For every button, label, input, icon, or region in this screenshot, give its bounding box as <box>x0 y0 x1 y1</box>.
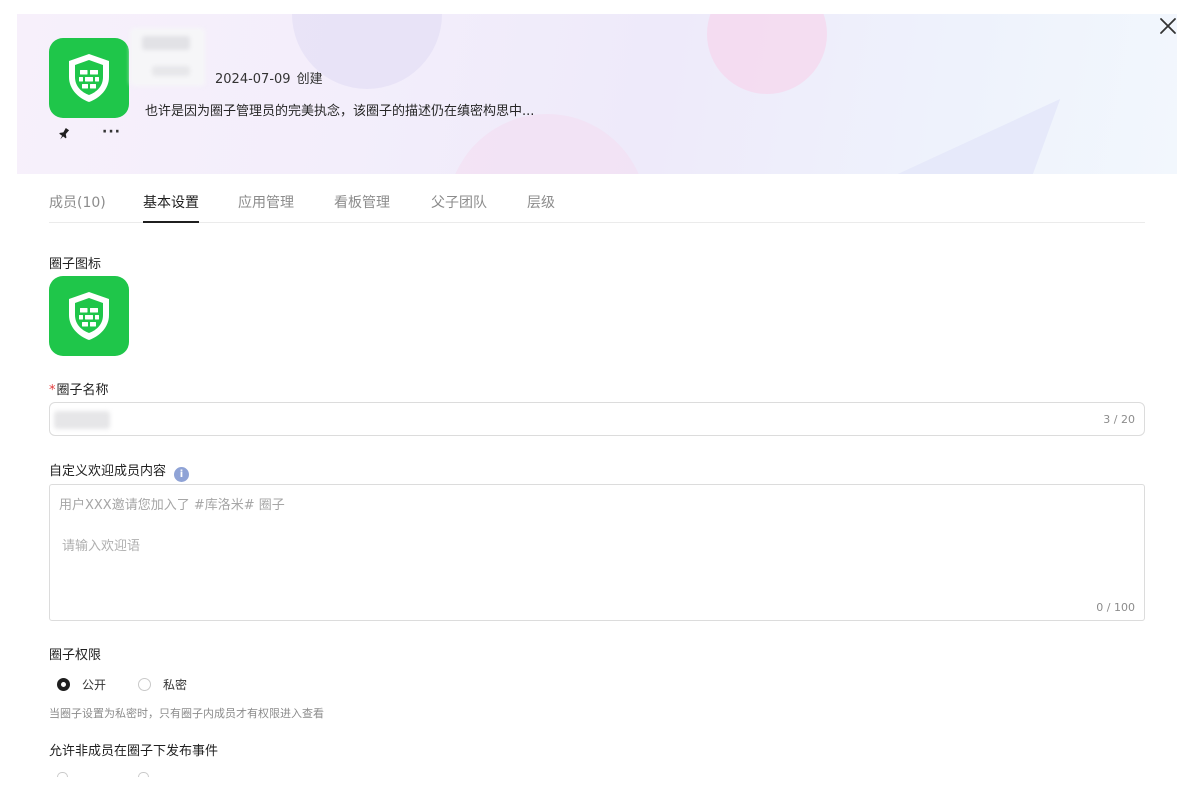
tab-board-management[interactable]: 看板管理 <box>334 192 390 223</box>
more-dots-icon: ··· <box>102 124 121 140</box>
tab-parent-child-teams[interactable]: 父子团队 <box>431 192 487 223</box>
welcome-placeholder: 请输入欢迎语 <box>62 539 141 554</box>
circle-name-input[interactable]: 3 / 20 <box>49 402 1145 436</box>
permission-label: 圈子权限 <box>49 648 102 663</box>
radio-private[interactable]: 私密 <box>138 676 187 692</box>
welcome-prefix-text: 用户XXX邀请您加入了 #库洛米# 圈子 <box>59 498 285 513</box>
radio-public-label: 公开 <box>82 677 107 692</box>
radio-unchecked-icon <box>138 677 151 691</box>
created-date: 2024-07-09 <box>215 72 291 87</box>
required-mark: * <box>49 383 56 398</box>
circle-name-redacted <box>130 28 205 86</box>
circle-description: 也许是因为圈子管理员的完美执念，该圈子的描述仍在缜密构思中... <box>145 104 535 119</box>
tab-levels[interactable]: 层级 <box>527 192 555 223</box>
radio-public[interactable]: 公开 <box>57 676 106 692</box>
circle-icon-picker[interactable] <box>49 276 129 356</box>
tab-members[interactable]: 成员(10) <box>49 192 106 223</box>
pin-icon <box>59 127 70 140</box>
settings-tabs: 成员(10) 基本设置 应用管理 看板管理 父子团队 层级 <box>49 183 1145 223</box>
info-icon[interactable]: i <box>174 467 190 482</box>
name-label-text: 圈子名称 <box>56 383 109 398</box>
radio-option[interactable] <box>138 772 149 777</box>
permission-hint: 当圈子设置为私密时，只有圈子内成员才有权限进入查看 <box>49 707 324 720</box>
banner-decoration <box>707 14 827 94</box>
welcome-message-textarea[interactable]: 用户XXX邀请您加入了 #库洛米# 圈子 请输入欢迎语 0 / 100 <box>49 484 1145 621</box>
radio-private-label: 私密 <box>163 677 188 692</box>
close-button[interactable] <box>1156 14 1180 38</box>
close-icon <box>1160 18 1176 34</box>
publish-events-radio-group <box>57 772 157 778</box>
tab-basic-settings[interactable]: 基本设置 <box>143 192 199 223</box>
banner-decoration <box>843 99 1061 174</box>
tab-app-management[interactable]: 应用管理 <box>238 192 294 223</box>
welcome-label: 自定义欢迎成员内容 i <box>49 460 190 482</box>
circle-settings-modal: 2024-07-09 创建 也许是因为圈子管理员的完美执念，该圈子的描述仍在缜密构… <box>0 0 1194 797</box>
name-char-counter: 3 / 20 <box>1103 413 1135 426</box>
welcome-char-counter: 0 / 100 <box>1096 601 1135 614</box>
shield-brick-icon <box>69 292 109 340</box>
radio-checked-icon <box>57 677 70 691</box>
publish-events-label: 允许非成员在圈子下发布事件 <box>49 744 219 759</box>
pin-button[interactable] <box>56 126 72 142</box>
shield-brick-icon <box>69 54 109 102</box>
more-button[interactable]: ··· <box>102 124 122 140</box>
radio-option[interactable] <box>57 772 68 777</box>
welcome-label-text: 自定义欢迎成员内容 <box>49 464 167 479</box>
name-label: *圈子名称 <box>49 379 109 398</box>
banner-decoration <box>447 114 647 174</box>
icon-label: 圈子图标 <box>49 257 102 272</box>
circle-name-value-redacted <box>54 411 110 429</box>
created-label: 创建 <box>296 72 323 87</box>
circle-avatar[interactable] <box>49 38 129 118</box>
created-info: 2024-07-09 创建 <box>215 68 329 87</box>
